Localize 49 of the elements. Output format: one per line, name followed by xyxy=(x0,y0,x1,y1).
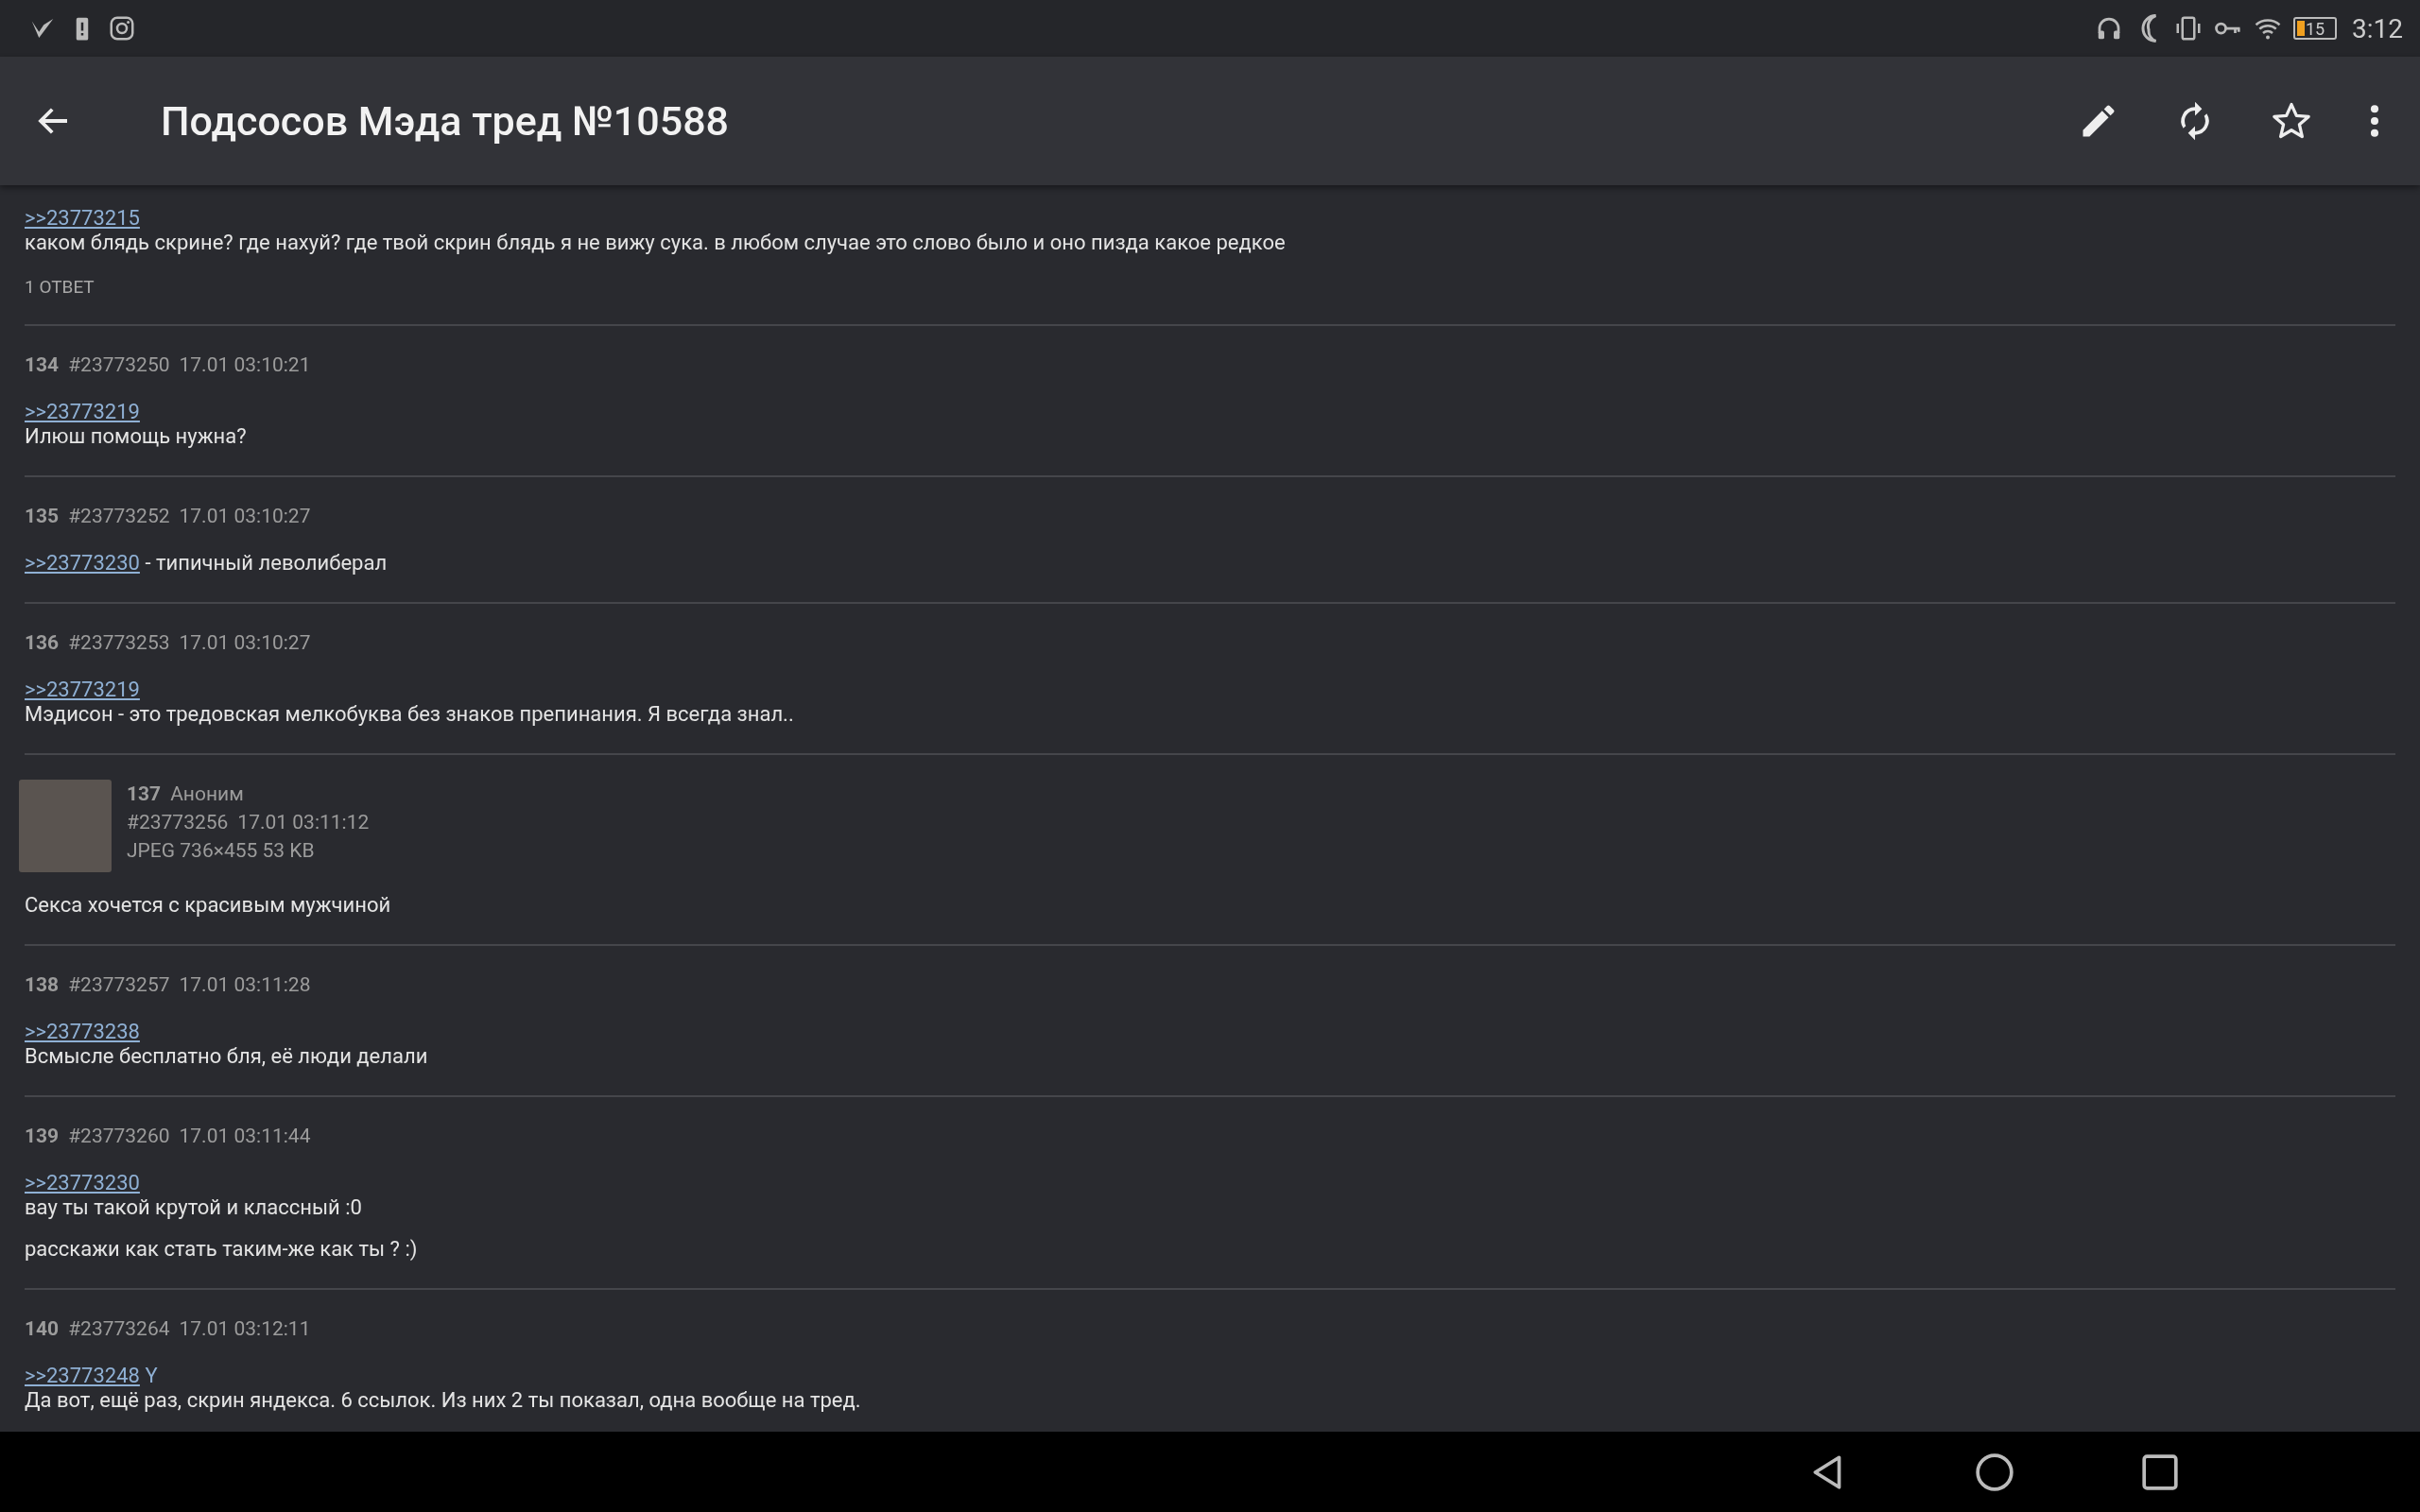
post-text: вау ты такой крутой и классный :0 xyxy=(25,1195,362,1219)
post-number: 134 xyxy=(25,352,60,378)
battery-charge-fill xyxy=(2297,21,2305,36)
post-date: 17.01 03:11:12 xyxy=(237,810,370,835)
post-id: #23773264 xyxy=(68,1316,170,1342)
post-date: 17.01 03:12:11 xyxy=(179,1316,311,1342)
post-number: 139 xyxy=(25,1124,60,1149)
post-text: Да вот, ещё раз, скрин яндекса. 6 ссылок. Из них 2 ты показал, одна вообще на тред. xyxy=(25,1388,861,1412)
post-date: 17.01 03:10:27 xyxy=(179,630,311,656)
clock-time: 3:12 xyxy=(2352,12,2403,44)
post-number: 135 xyxy=(25,504,60,529)
reply-link[interactable]: >>23773230 xyxy=(25,551,140,575)
post-text: Мэдисон - это тредовская мелкобуква без знаков препинания. Я всегда знал.. xyxy=(25,702,794,726)
file-info: JPEG 736×455 53 KB xyxy=(127,838,315,864)
post-id: #23773250 xyxy=(68,352,170,378)
post-number: 140 xyxy=(25,1316,60,1342)
post-id: #23773257 xyxy=(68,972,170,998)
replies-count[interactable]: 1 ОТВЕТ xyxy=(25,276,2395,298)
post-id: #23773252 xyxy=(68,504,170,529)
you-marker: Y xyxy=(144,1364,158,1387)
battery-level: 15 xyxy=(2305,18,2325,39)
post-text: - типичный леволиберал xyxy=(144,551,388,575)
reply-link[interactable]: >>23773238 xyxy=(25,1020,140,1043)
post-number: 138 xyxy=(25,972,60,998)
reply-link[interactable]: >>23773215 xyxy=(25,206,140,230)
post-date: 17.01 03:11:44 xyxy=(179,1124,311,1149)
reply-link[interactable]: >>23773248 xyxy=(25,1364,140,1387)
post-number: 136 xyxy=(25,630,60,656)
camera-icon xyxy=(108,14,136,43)
post-text: Всмысле бесплатно бля, её люди делали xyxy=(25,1044,428,1068)
home-icon[interactable] xyxy=(1975,1452,2014,1492)
thread-title: Подсосов Мэда тред №10588 xyxy=(161,97,731,145)
post-id: #23773256 xyxy=(127,810,229,835)
post-id: #23773260 xyxy=(68,1124,170,1149)
post-id: #23773253 xyxy=(68,630,170,656)
post-date: 17.01 03:11:28 xyxy=(179,972,311,998)
post-date: 17.01 03:10:27 xyxy=(179,504,311,529)
vibrate-icon xyxy=(2174,14,2203,43)
reply-link[interactable]: >>23773219 xyxy=(25,400,140,423)
post-text: каком блядь скрине? где нахуй? где твой скрин блядь я не вижу сука. в любом случае это слово было и оно пизда какое редкое xyxy=(25,231,1286,254)
reply-link[interactable]: >>23773230 xyxy=(25,1171,140,1194)
post-text: Илюш помощь нужна? xyxy=(25,424,247,448)
recents-icon[interactable] xyxy=(2140,1452,2180,1492)
post-date: 17.01 03:10:21 xyxy=(179,352,311,378)
reply-link[interactable]: >>23773219 xyxy=(25,678,140,701)
post-text: Секса хочется с красивым мужчиной xyxy=(25,893,391,917)
post-number: 137 xyxy=(127,782,162,807)
poster-name: Аноним xyxy=(170,782,244,807)
post-text: расскажи как стать таким-же как ты ? :) xyxy=(25,1237,418,1261)
